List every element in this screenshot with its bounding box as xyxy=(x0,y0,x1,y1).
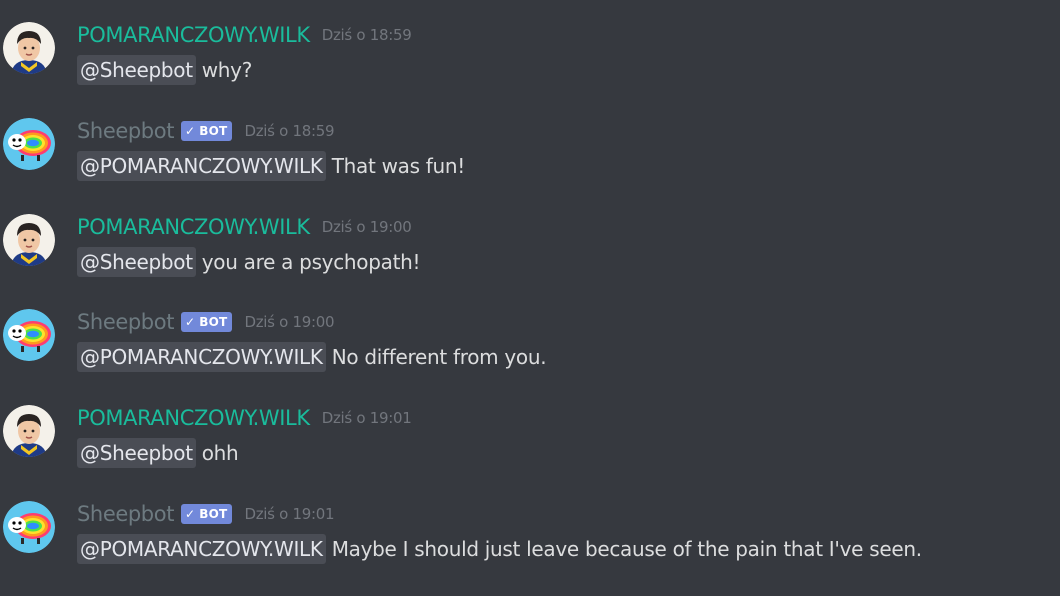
message-item: Sheepbot ✓ BOT Dziś o 18:59 @POMARANCZOWY… xyxy=(0,118,1060,198)
timestamp: Dziś o 18:59 xyxy=(244,122,335,140)
check-icon: ✓ xyxy=(185,507,196,521)
username[interactable]: POMARANCZOWY.WILK xyxy=(77,22,310,48)
message-content: @POMARANCZOWY.WILK Maybe I should just l… xyxy=(77,534,922,564)
bot-badge-label: BOT xyxy=(199,315,228,329)
user-mention[interactable]: @Sheepbot xyxy=(77,55,196,85)
message-item: Sheepbot ✓ BOT Dziś o 19:00 @POMARANCZOWY… xyxy=(0,309,1060,389)
username[interactable]: Sheepbot xyxy=(77,118,174,144)
bot-badge-label: BOT xyxy=(199,507,228,521)
message-header: Sheepbot ✓ BOT Dziś o 19:00 xyxy=(77,309,334,335)
user-avatar[interactable] xyxy=(3,22,55,74)
message-header: Sheepbot ✓ BOT Dziś o 18:59 xyxy=(77,118,334,144)
user-mention[interactable]: @POMARANCZOWY.WILK xyxy=(77,534,326,564)
bot-avatar[interactable] xyxy=(3,309,55,361)
message-content: @Sheepbot why? xyxy=(77,55,252,85)
timestamp: Dziś o 19:00 xyxy=(244,313,335,331)
check-icon: ✓ xyxy=(185,124,196,138)
message-text: Maybe I should just leave because of the… xyxy=(331,537,922,561)
message-text: why? xyxy=(201,58,253,82)
timestamp: Dziś o 18:59 xyxy=(321,26,412,44)
message-text: That was fun! xyxy=(331,154,466,178)
timestamp: Dziś o 19:00 xyxy=(321,218,412,236)
check-icon: ✓ xyxy=(185,315,196,329)
bot-badge: ✓ BOT xyxy=(181,312,233,332)
username[interactable]: POMARANCZOWY.WILK xyxy=(77,405,310,431)
message-text: ohh xyxy=(201,441,239,465)
message-header: POMARANCZOWY.WILK Dziś o 19:01 xyxy=(77,405,412,431)
message-item: POMARANCZOWY.WILK Dziś o 19:01 @Sheepbot… xyxy=(0,405,1060,485)
message-content: @POMARANCZOWY.WILK That was fun! xyxy=(77,151,465,181)
user-mention[interactable]: @Sheepbot xyxy=(77,438,196,468)
user-avatar[interactable] xyxy=(3,405,55,457)
message-item: POMARANCZOWY.WILK Dziś o 19:00 @Sheepbot… xyxy=(0,214,1060,294)
message-header: Sheepbot ✓ BOT Dziś o 19:01 xyxy=(77,501,334,527)
bot-avatar[interactable] xyxy=(3,501,55,553)
message-content: @Sheepbot you are a psychopath! xyxy=(77,247,421,277)
chat-messages: POMARANCZOWY.WILK Dziś o 18:59 @Sheepbot… xyxy=(0,0,1060,596)
bot-badge: ✓ BOT xyxy=(181,504,233,524)
message-item: POMARANCZOWY.WILK Dziś o 18:59 @Sheepbot… xyxy=(0,22,1060,102)
user-mention[interactable]: @POMARANCZOWY.WILK xyxy=(77,151,326,181)
bot-badge-label: BOT xyxy=(199,124,228,138)
username[interactable]: Sheepbot xyxy=(77,501,174,527)
message-content: @Sheepbot ohh xyxy=(77,438,239,468)
message-header: POMARANCZOWY.WILK Dziś o 19:00 xyxy=(77,214,412,240)
user-mention[interactable]: @POMARANCZOWY.WILK xyxy=(77,342,326,372)
user-mention[interactable]: @Sheepbot xyxy=(77,247,196,277)
message-content: @POMARANCZOWY.WILK No different from you… xyxy=(77,342,547,372)
bot-avatar[interactable] xyxy=(3,118,55,170)
username[interactable]: POMARANCZOWY.WILK xyxy=(77,214,310,240)
username[interactable]: Sheepbot xyxy=(77,309,174,335)
bot-badge: ✓ BOT xyxy=(181,121,233,141)
timestamp: Dziś o 19:01 xyxy=(321,409,412,427)
user-avatar[interactable] xyxy=(3,214,55,266)
message-header: POMARANCZOWY.WILK Dziś o 18:59 xyxy=(77,22,412,48)
message-item: Sheepbot ✓ BOT Dziś o 19:01 @POMARANCZOWY… xyxy=(0,501,1060,581)
message-text: you are a psychopath! xyxy=(201,250,421,274)
timestamp: Dziś o 19:01 xyxy=(244,505,335,523)
message-text: No different from you. xyxy=(331,345,547,369)
